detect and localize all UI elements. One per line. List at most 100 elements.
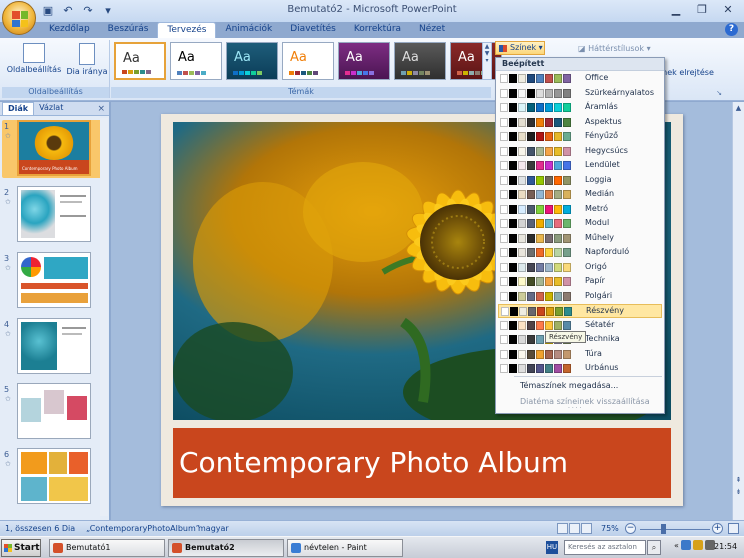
color-scheme-item[interactable]: Részvény <box>498 304 662 318</box>
slides-pane-scrollbar[interactable] <box>100 118 108 516</box>
theme-thumb-technic[interactable]: Aa <box>394 42 446 80</box>
theme-thumb-current[interactable]: Aa <box>114 42 166 80</box>
scroll-up-icon[interactable]: ▲ <box>733 102 744 114</box>
color-scheme-item[interactable]: Modul <box>498 217 662 231</box>
theme-thumb-verve[interactable]: Aa <box>338 42 390 80</box>
slide-thumbnail-5[interactable]: 5 ✩ <box>2 383 106 441</box>
theme-thumb-label: Aa <box>458 50 475 65</box>
tab-insert[interactable]: Beszúrás <box>99 22 158 38</box>
tab-outline[interactable]: Vázlat <box>34 102 68 115</box>
slide-title-box[interactable]: Contemporary Photo Album <box>173 428 671 498</box>
network-icon[interactable] <box>680 540 691 550</box>
color-scheme-item[interactable]: Office <box>498 72 662 86</box>
color-scheme-item[interactable]: Áramlás <box>498 101 662 115</box>
prev-slide-icon[interactable]: ⇞ <box>733 474 744 486</box>
colors-button[interactable]: Színek ▾ <box>495 41 545 55</box>
zoom-slider-thumb[interactable] <box>661 524 666 534</box>
theme-gallery-scroll[interactable]: ▲ ▼ ▾ <box>482 42 492 80</box>
theme-thumb-aspect[interactable]: Aa <box>282 42 334 80</box>
tab-review[interactable]: Korrektúra <box>345 22 410 38</box>
zoom-slider-track[interactable] <box>640 529 710 530</box>
slide-thumbnail-3[interactable]: 3 ✩ <box>2 252 106 310</box>
zoom-out-icon[interactable]: − <box>625 523 636 534</box>
colors-label: Színek <box>510 43 537 52</box>
slide-thumbnail-1[interactable]: 1 ✩ Contemporary Photo Album <box>2 120 106 178</box>
color-scheme-item[interactable]: Urbánus <box>498 362 662 376</box>
color-swatch <box>500 219 508 228</box>
color-scheme-name: Office <box>585 73 609 82</box>
color-scheme-item[interactable]: Hegycsúcs <box>498 145 662 159</box>
tray-expand-icon[interactable]: « <box>674 541 679 550</box>
start-button[interactable]: Start <box>1 539 41 557</box>
slide-thumbnail-4[interactable]: 4 ✩ <box>2 318 106 376</box>
slide-thumbnail-2[interactable]: 2 ✩ <box>2 186 106 244</box>
color-scheme-name: Papír <box>585 276 605 285</box>
slide-vertical-scrollbar[interactable]: ▲ ⇞ ⇟ <box>732 102 744 520</box>
language-bar-icon[interactable]: HU <box>546 541 558 554</box>
color-scheme-item[interactable]: Metró <box>498 203 662 217</box>
color-swatch <box>563 219 571 228</box>
color-swatch <box>518 103 526 112</box>
color-scheme-item[interactable]: Aspektus <box>498 116 662 130</box>
color-swatch <box>518 117 526 127</box>
next-slide-icon[interactable]: ⇟ <box>733 486 744 498</box>
tab-slides[interactable]: Diák <box>2 102 35 115</box>
color-swatch <box>545 320 553 330</box>
tab-slideshow[interactable]: Diavetítés <box>281 22 345 38</box>
tab-home[interactable]: Kezdőlap <box>40 22 99 38</box>
color-scheme-item[interactable]: Fényűző <box>498 130 662 144</box>
slideshow-icon[interactable] <box>581 523 592 534</box>
pane-close-icon[interactable]: × <box>97 104 105 114</box>
tab-animations[interactable]: Animációk <box>216 22 281 38</box>
color-scheme-item[interactable]: Origó <box>498 261 662 275</box>
color-swatch <box>500 364 508 373</box>
desktop-search-input[interactable]: Keresés az asztalon <box>564 540 646 555</box>
resize-grip-icon[interactable]: · · · · <box>568 405 581 412</box>
color-scheme-name: Technika <box>585 334 620 343</box>
taskbar-item-bemutato1[interactable]: Bemutató1 <box>49 539 165 557</box>
dialog-launcher-icon[interactable]: ↘ <box>716 89 722 97</box>
taskbar-item-bemutato2[interactable]: Bemutató2 <box>168 539 284 557</box>
color-swatch <box>500 190 508 199</box>
color-scheme-item[interactable]: Medián <box>498 188 662 202</box>
page-setup-button[interactable]: Oldalbeállítás <box>6 43 62 74</box>
security-icon[interactable] <box>692 540 703 550</box>
zoom-in-icon[interactable]: + <box>712 523 723 534</box>
color-scheme-item[interactable]: Napforduló <box>498 246 662 260</box>
color-scheme-item[interactable]: Túra <box>498 348 662 362</box>
color-swatch <box>509 204 517 214</box>
color-scheme-name: Áramlás <box>585 102 618 111</box>
color-scheme-item[interactable]: Papír <box>498 275 662 289</box>
theme-thumb-office[interactable]: Aa <box>170 42 222 80</box>
color-scheme-item[interactable]: Lendület <box>498 159 662 173</box>
theme-thumb-flow[interactable]: Aa <box>226 42 278 80</box>
zoom-level[interactable]: 75% <box>601 524 619 533</box>
normal-view-icon[interactable] <box>557 523 568 534</box>
restore-icon[interactable]: ❐ <box>690 2 714 18</box>
color-scheme-item[interactable]: Szürkeárnyalatos <box>498 87 662 101</box>
language-indicator[interactable]: magyar <box>198 524 229 533</box>
help-icon[interactable]: ? <box>725 23 738 36</box>
search-icon[interactable]: ⌕ <box>647 540 661 555</box>
fit-to-window-icon[interactable] <box>728 523 739 534</box>
color-scheme-item[interactable]: Polgári <box>498 290 662 304</box>
taskbar-item-paint[interactable]: névtelen - Paint <box>287 539 403 557</box>
minimize-icon[interactable]: ▁ <box>664 2 688 18</box>
color-swatch <box>563 74 571 83</box>
tab-view[interactable]: Nézet <box>410 22 454 38</box>
slide-orientation-button[interactable]: Dia iránya <box>66 43 108 76</box>
color-swatch <box>563 103 571 112</box>
color-swatches <box>500 233 571 243</box>
color-scheme-item[interactable]: Műhely <box>498 232 662 246</box>
color-scheme-item[interactable]: Loggia <box>498 174 662 188</box>
color-swatch <box>554 88 562 98</box>
close-icon[interactable]: ✕ <box>716 2 740 18</box>
office-button[interactable] <box>2 1 36 35</box>
tab-design[interactable]: Tervezés <box>157 22 217 38</box>
slide-thumbnail-6[interactable]: 6 ✩ <box>2 448 106 506</box>
background-styles-button[interactable]: ◪ Háttérstílusok ▾ <box>578 44 651 53</box>
create-theme-colors-item[interactable]: Témaszínek megadása... <box>520 381 618 390</box>
color-swatch <box>536 146 544 156</box>
slide-sorter-icon[interactable] <box>569 523 580 534</box>
color-swatch <box>518 74 526 83</box>
